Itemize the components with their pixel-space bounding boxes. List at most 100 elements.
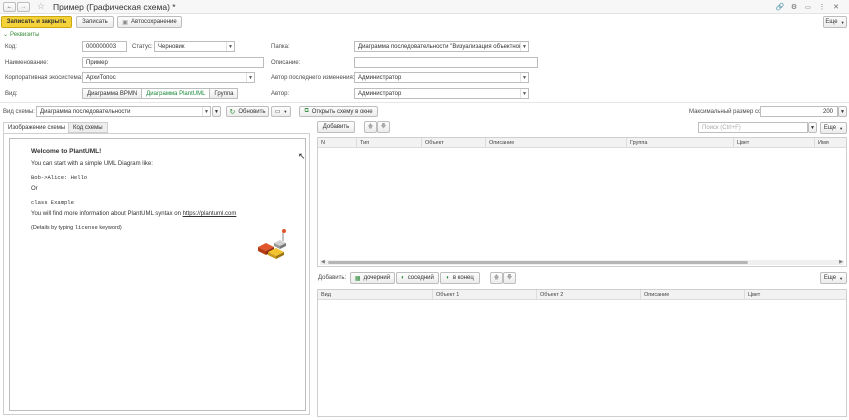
ecosystem-field[interactable]: АрхиТопос▼⊘ xyxy=(82,72,255,83)
preview-canvas: Welcome to PlantUML! You can start with … xyxy=(9,138,306,411)
tab-scheme-image[interactable]: Изображение схемы xyxy=(3,122,71,133)
last-author-field[interactable]: Администратор▼⊘ xyxy=(354,72,529,83)
save-button[interactable]: Записать xyxy=(76,16,114,28)
description-label: Описание: xyxy=(271,60,301,66)
folder-field[interactable]: Диаграмма последовательности "Визуализац… xyxy=(354,41,529,52)
tab-scheme-code[interactable]: Код схемы xyxy=(68,122,108,133)
favorite-star-icon[interactable]: ☆ xyxy=(37,1,45,12)
search-dropdown-button[interactable]: ▼ xyxy=(808,122,817,133)
status-select[interactable]: Черновик ▼ xyxy=(154,41,235,52)
code-field[interactable]: 000000003 xyxy=(82,41,127,52)
right-bottom-more-label: Еще xyxy=(823,275,837,281)
col-color[interactable]: Цвет xyxy=(733,138,749,148)
col-object1[interactable]: Объект 1 xyxy=(432,290,459,300)
requisites-chevron-icon[interactable]: ⌄ xyxy=(3,31,8,38)
move-up-button[interactable]: 🡅 xyxy=(364,121,377,133)
forward-button[interactable]: → xyxy=(17,2,30,12)
right-top-more-label: Еще xyxy=(823,125,837,131)
code-label: Код: xyxy=(5,44,17,50)
scrollbar-thumb[interactable] xyxy=(328,261,748,264)
open-window-icon: ⧉ xyxy=(304,108,309,114)
folder-label: Папка: xyxy=(271,44,290,50)
add-button[interactable]: Добавить xyxy=(317,121,355,133)
more-vertical-icon[interactable]: ⋮ xyxy=(817,2,827,12)
relation-move-up-button[interactable]: 🡅 xyxy=(490,272,503,284)
add-child-button[interactable]: ▦ дочерний xyxy=(350,272,395,284)
autosave-button[interactable]: ▣ Автосохранение xyxy=(117,16,182,28)
author-label: Автор: xyxy=(271,91,290,97)
horizontal-scrollbar[interactable]: ◀ ▶ xyxy=(320,259,844,265)
scheme-type-extra-button[interactable]: ▼ xyxy=(212,106,221,117)
relation-move-down-button[interactable]: 🡇 xyxy=(503,272,516,284)
col-rel-description[interactable]: Описание xyxy=(640,290,669,300)
author-dropdown-icon[interactable]: ▼ xyxy=(520,89,528,98)
print-icon[interactable]: ▭ xyxy=(803,2,813,12)
description-field[interactable] xyxy=(354,57,538,68)
image-options-button[interactable]: ▭ ▼ xyxy=(271,106,291,117)
code-value: 000000003 xyxy=(86,43,117,50)
open-scheme-window-button[interactable]: ⧉ Открыть схему в окне xyxy=(299,106,378,117)
plantuml-link[interactable]: https://plantuml.com xyxy=(183,211,237,217)
col-object[interactable]: Объект xyxy=(421,138,444,148)
col-type[interactable]: Тип xyxy=(356,138,369,148)
preview-code2: class Example xyxy=(31,199,74,206)
view-switch: Диаграмма BPMN Диаграмма PlantUML Группа xyxy=(82,88,239,99)
author-field[interactable]: Администратор▼⊘ xyxy=(354,88,529,99)
search-placeholder: Поиск (Ctrl+F) xyxy=(702,124,741,131)
add-neighbor-label: соседний xyxy=(407,275,434,281)
settings-icon[interactable]: ⚙ xyxy=(789,2,799,12)
close-icon[interactable]: ✕ xyxy=(831,2,841,12)
save-label: Записать xyxy=(82,19,108,25)
more-button[interactable]: Еще ▼ xyxy=(823,16,847,28)
refresh-label: Обновить xyxy=(238,108,266,115)
requisites-title[interactable]: Реквизиты xyxy=(10,32,39,38)
search-input[interactable]: Поиск (Ctrl+F) xyxy=(698,122,808,133)
view-option-bpmn[interactable]: Диаграмма BPMN xyxy=(82,88,143,99)
view-option-group[interactable]: Группа xyxy=(209,88,239,99)
add-to-end-button[interactable]: ◐ в конец xyxy=(440,272,480,284)
scheme-type-value: Диаграмма последовательности xyxy=(40,108,131,115)
col-description[interactable]: Описание xyxy=(485,138,514,148)
open-scheme-window-label: Открыть схему в окне xyxy=(311,108,373,115)
preview-details: (Details by typing license keyword) xyxy=(31,224,122,231)
col-name[interactable]: Имя xyxy=(814,138,829,148)
image-options-chevron-icon: ▼ xyxy=(283,109,288,114)
col-group[interactable]: Группа xyxy=(626,138,647,148)
save-and-close-label: Записать и закрыть xyxy=(6,19,67,25)
preview-more-info: You will find more information about Pla… xyxy=(31,211,236,217)
view-option-plantuml[interactable]: Диаграмма PlantUML xyxy=(141,88,211,99)
more-label: Еще xyxy=(825,19,838,25)
back-button[interactable]: ← xyxy=(3,2,16,12)
ecosystem-value: АрхиТопос xyxy=(86,74,116,81)
name-field[interactable]: Пример xyxy=(82,57,264,68)
image-icon: ▭ xyxy=(274,109,281,115)
last-author-dropdown-icon[interactable]: ▼ xyxy=(520,73,528,82)
save-and-close-button[interactable]: Записать и закрыть xyxy=(1,16,72,28)
col-kind[interactable]: Вид xyxy=(318,290,331,300)
max-size-field[interactable]: 200 xyxy=(760,106,838,117)
name-label: Наименование: xyxy=(5,60,49,66)
child-icon: ▦ xyxy=(354,275,361,282)
col-n[interactable]: N xyxy=(318,138,325,148)
name-value: Пример xyxy=(86,59,108,66)
preview-details-prefix: (Details by typing xyxy=(31,225,75,231)
col-object2[interactable]: Объект 2 xyxy=(536,290,563,300)
section-divider xyxy=(0,102,849,103)
right-bottom-more-button[interactable]: Еще ▼ xyxy=(820,272,847,284)
move-down-button[interactable]: 🡇 xyxy=(377,121,390,133)
add-label: Добавить xyxy=(322,124,350,130)
scheme-type-select[interactable]: Диаграмма последовательности ▼ xyxy=(36,106,211,117)
scroll-right-icon[interactable]: ▶ xyxy=(839,259,843,265)
folder-dropdown-icon[interactable]: ▼ xyxy=(520,42,528,51)
max-size-spin-button[interactable]: ▼ xyxy=(838,106,847,117)
col-rel-color[interactable]: Цвет xyxy=(744,290,760,300)
scroll-left-icon[interactable]: ◀ xyxy=(321,259,325,265)
status-dropdown-icon[interactable]: ▼ xyxy=(226,42,234,51)
end-icon: ◐ xyxy=(446,275,450,281)
scheme-type-dropdown-icon[interactable]: ▼ xyxy=(202,107,210,116)
add-neighbor-button[interactable]: ◐ соседний xyxy=(396,272,439,284)
ecosystem-dropdown-icon[interactable]: ▼ xyxy=(246,73,254,82)
right-top-more-button[interactable]: Еще ▼ xyxy=(820,122,847,134)
refresh-button[interactable]: ↻ Обновить xyxy=(226,106,269,117)
attach-link-icon[interactable]: 🔗 xyxy=(775,2,785,12)
